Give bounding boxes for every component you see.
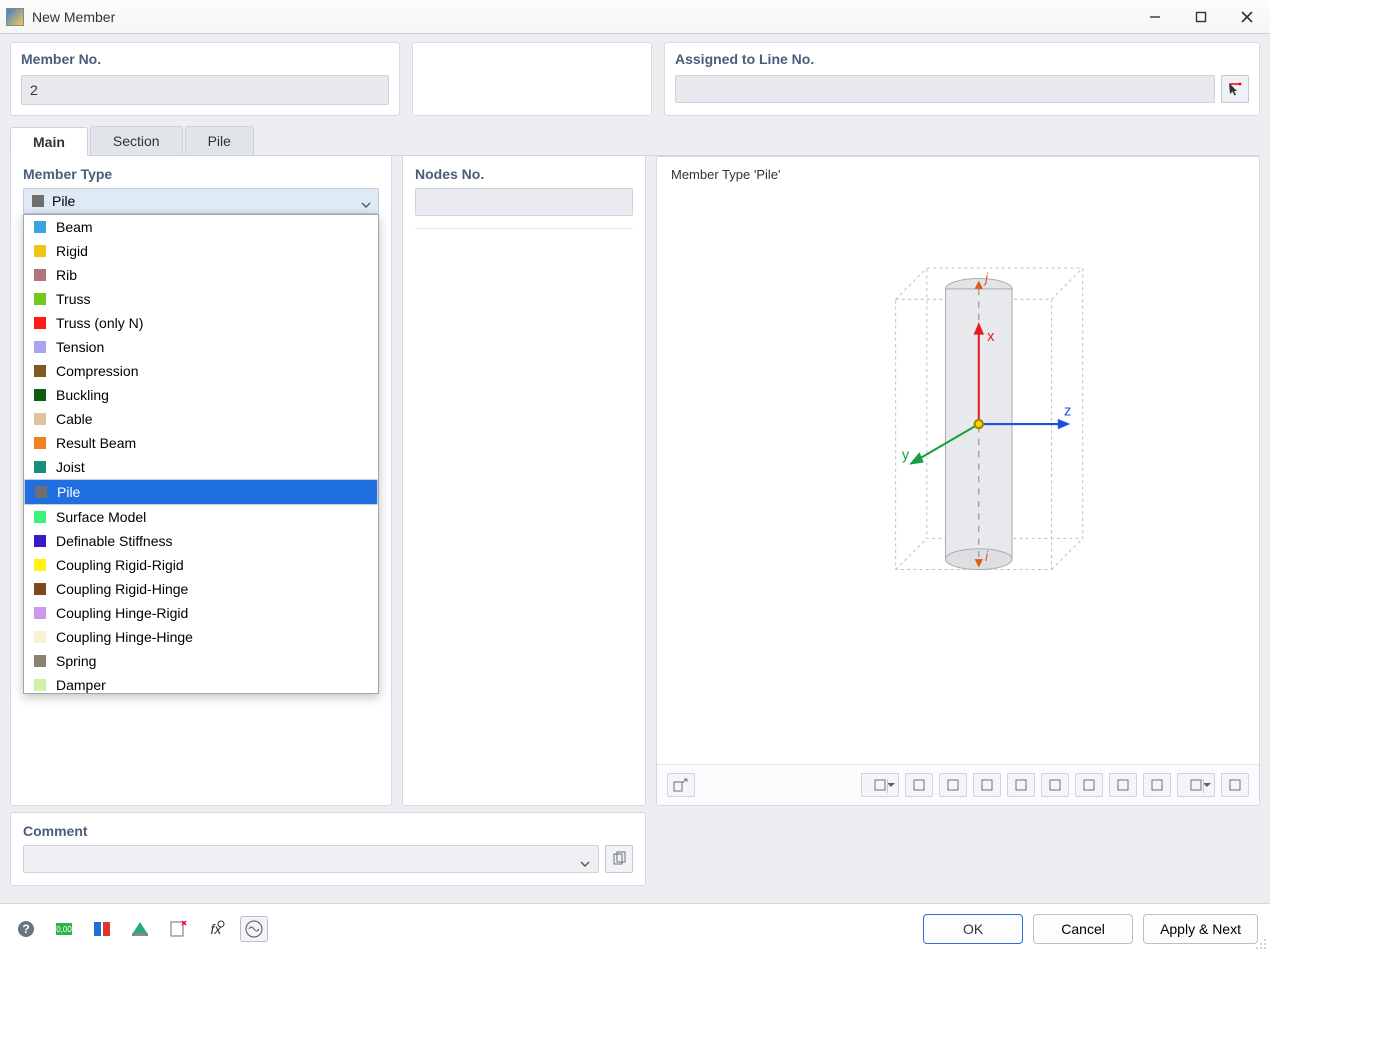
tabs: MainSectionPile xyxy=(10,126,1260,156)
member-no-card: Member No. 2 xyxy=(10,42,400,116)
svg-text:fx: fx xyxy=(211,921,223,937)
list-icon[interactable] xyxy=(1143,773,1171,797)
tab-main[interactable]: Main xyxy=(10,127,88,156)
beam-icon[interactable] xyxy=(1041,773,1069,797)
member-type-option[interactable]: Rigid xyxy=(24,239,378,263)
member-type-label: Member Type xyxy=(11,156,391,188)
app-icon xyxy=(6,8,24,26)
member-type-option[interactable]: Result Beam xyxy=(24,431,378,455)
chevron-down-icon[interactable] xyxy=(580,856,590,874)
comment-label: Comment xyxy=(11,813,645,845)
fit-icon[interactable] xyxy=(939,773,967,797)
blank-card xyxy=(412,42,652,116)
ok-button[interactable]: OK xyxy=(923,914,1023,944)
assigned-field[interactable] xyxy=(675,75,1215,103)
member-type-option[interactable]: Spring xyxy=(24,649,378,673)
view-icon[interactable] xyxy=(126,916,154,942)
tab-section[interactable]: Section xyxy=(90,126,183,155)
member-type-option[interactable]: Truss xyxy=(24,287,378,311)
axis-z-label: z xyxy=(1064,404,1071,420)
member-type-option[interactable]: Tension xyxy=(24,335,378,359)
axis-y-label: y xyxy=(902,447,910,463)
tab-pile[interactable]: Pile xyxy=(185,126,254,155)
nodes-no-field[interactable] xyxy=(415,188,633,216)
assigned-label: Assigned to Line No. xyxy=(665,43,1259,75)
pick-icon[interactable] xyxy=(164,916,192,942)
minimize-button[interactable] xyxy=(1132,0,1178,34)
footer: ? 0,00 fx OK Cancel Apply & Next xyxy=(0,903,1270,953)
pick-line-button[interactable] xyxy=(1221,75,1249,103)
member-type-option[interactable]: Beam xyxy=(24,215,378,239)
member-type-option[interactable]: Cable xyxy=(24,407,378,431)
fx-icon[interactable]: fx xyxy=(202,916,230,942)
grid-icon[interactable] xyxy=(1109,773,1137,797)
preview-toolbar xyxy=(657,764,1259,805)
script-icon[interactable] xyxy=(240,916,268,942)
partial-icon[interactable] xyxy=(88,916,116,942)
copy-comment-button[interactable] xyxy=(605,845,633,873)
resize-grip-icon[interactable] xyxy=(1254,937,1268,951)
member-type-option[interactable]: Pile xyxy=(24,479,378,505)
member-type-option[interactable]: Surface Model xyxy=(24,505,378,529)
window-title: New Member xyxy=(32,9,115,25)
units-icon[interactable]: 0,00 xyxy=(50,916,78,942)
member-type-option[interactable]: Truss (only N) xyxy=(24,311,378,335)
mid-panel: Nodes No. xyxy=(402,156,646,806)
section-icon[interactable] xyxy=(1007,773,1035,797)
apply-next-button[interactable]: Apply & Next xyxy=(1143,914,1258,944)
assigned-card: Assigned to Line No. xyxy=(664,42,1260,116)
maximize-button[interactable] xyxy=(1178,0,1224,34)
comment-field[interactable] xyxy=(23,845,599,873)
left-panel: Member Type Pile BeamRigidRibTrussTruss … xyxy=(10,156,392,806)
titlebar: New Member xyxy=(0,0,1270,34)
member-type-dropdown[interactable]: Pile BeamRigidRibTrussTruss (only N)Tens… xyxy=(23,188,379,214)
close-button[interactable] xyxy=(1224,0,1270,34)
member-type-option[interactable]: Joist xyxy=(24,455,378,479)
member-type-option[interactable]: Buckling xyxy=(24,383,378,407)
member-type-options[interactable]: BeamRigidRibTrussTruss (only N)TensionCo… xyxy=(23,214,379,694)
search-icon[interactable] xyxy=(1221,773,1249,797)
member-type-option[interactable]: Coupling Rigid-Hinge xyxy=(24,577,378,601)
member-type-option[interactable]: Definable Stiffness xyxy=(24,529,378,553)
preview-panel: Member Type 'Pile' xyxy=(656,156,1260,806)
member-type-option[interactable]: Coupling Hinge-Hinge xyxy=(24,625,378,649)
member-type-swatch xyxy=(32,195,44,207)
nodes-icon[interactable] xyxy=(973,773,1001,797)
member-type-option[interactable]: Coupling Rigid-Rigid xyxy=(24,553,378,577)
cancel-button[interactable]: Cancel xyxy=(1033,914,1133,944)
chevron-down-icon xyxy=(361,197,371,207)
help-icon[interactable]: ? xyxy=(12,916,40,942)
print-icon[interactable] xyxy=(1177,773,1215,797)
axis-x-label: x xyxy=(987,329,995,345)
svg-text:?: ? xyxy=(22,922,29,936)
member-type-selected: Pile xyxy=(52,193,75,209)
member-no-label: Member No. xyxy=(11,43,399,75)
number-icon[interactable] xyxy=(1075,773,1103,797)
preview-canvas[interactable]: x z y j i xyxy=(667,188,1249,764)
member-no-field[interactable]: 2 xyxy=(21,75,389,105)
export-icon[interactable] xyxy=(667,773,695,797)
member-type-option[interactable]: Damper xyxy=(24,673,378,694)
member-type-option[interactable]: Coupling Hinge-Rigid xyxy=(24,601,378,625)
orient-icon[interactable] xyxy=(861,773,899,797)
measure-icon[interactable] xyxy=(905,773,933,797)
comment-card: Comment xyxy=(10,812,646,886)
preview-title: Member Type 'Pile' xyxy=(657,157,1259,182)
member-type-option[interactable]: Rib xyxy=(24,263,378,287)
nodes-no-label: Nodes No. xyxy=(403,156,645,188)
svg-text:0,00: 0,00 xyxy=(56,925,72,934)
member-type-option[interactable]: Compression xyxy=(24,359,378,383)
